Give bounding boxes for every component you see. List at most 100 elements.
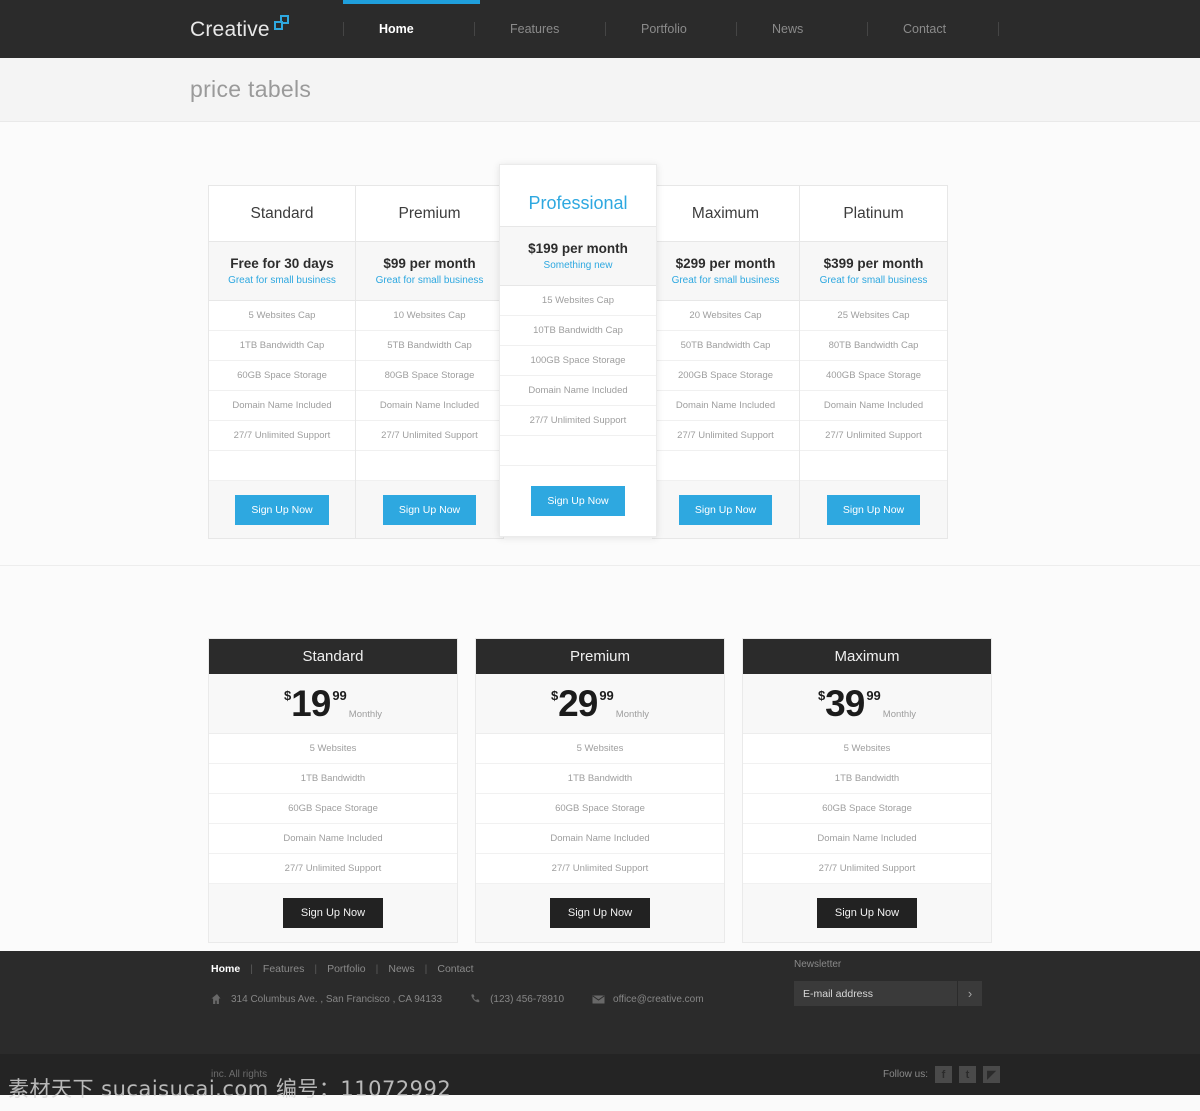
footer-link-separator: | <box>424 963 428 975</box>
footer-link-features[interactable]: Features <box>263 963 304 975</box>
card-price-currency: $ <box>817 688 826 703</box>
plan-column-maximum: Maximum $299 per month Great for small bus… <box>652 185 800 539</box>
phone-icon <box>470 993 482 1005</box>
footer-phone-text: (123) 456-78910 <box>490 993 565 1005</box>
sign-up-button[interactable]: Sign Up Now <box>826 494 921 525</box>
plan-spacer-row <box>800 451 947 481</box>
card-cta-cell: Sign Up Now <box>743 884 991 942</box>
plan-tagline: Great for small business <box>375 275 484 286</box>
plan-column-standard: Standard Free for 30 days Great for small … <box>208 185 356 539</box>
sign-up-button[interactable]: Sign Up Now <box>549 898 651 928</box>
nav-item-label: Portfolio <box>641 22 687 36</box>
footer-link-news[interactable]: News <box>388 963 414 975</box>
logo[interactable]: Creative <box>190 15 289 42</box>
comparison-table: Standard Free for 30 days Great for small … <box>208 164 992 539</box>
plan-cta-cell: Sign Up Now <box>209 481 355 538</box>
comparison-section: Standard Free for 30 days Great for small … <box>0 122 1200 566</box>
plan-name: Maximum <box>652 186 799 242</box>
newsletter-block: Newsletter › <box>794 959 982 1006</box>
plan-spacer-row <box>652 451 799 481</box>
card-price-block: $29 99 Monthly <box>476 674 724 734</box>
newsletter-submit-button[interactable]: › <box>957 981 982 1006</box>
plan-price: $99 per month <box>383 256 476 271</box>
plan-feature: Domain Name Included <box>209 391 355 421</box>
facebook-icon[interactable]: f <box>935 1066 952 1083</box>
plan-price-block: $199 per month Something new <box>500 227 656 286</box>
nav-item-portfolio[interactable]: Portfolio <box>605 0 736 58</box>
footer-phone: (123) 456-78910 <box>470 993 564 1005</box>
footer-link-separator: | <box>314 963 318 975</box>
card-feature: 1TB Bandwidth <box>476 764 724 794</box>
page-title-band: price tabels <box>0 58 1200 122</box>
card-price-period: Monthly <box>882 709 917 720</box>
copyright-text: inc. All rights <box>211 1069 268 1080</box>
footer-bottom-bar: inc. All rights Follow us: f t ◤ <box>0 1054 1200 1095</box>
sign-up-button[interactable]: Sign Up Now <box>282 898 384 928</box>
card-price-cents: 99 <box>599 688 614 703</box>
plan-feature: 27/7 Unlimited Support <box>356 421 503 451</box>
page-title: price tabels <box>190 76 312 102</box>
envelope-icon <box>592 993 605 1005</box>
plan-column-premium: Premium $99 per month Great for small busi… <box>356 185 504 539</box>
plan-price-block: $99 per month Great for small business <box>356 242 503 301</box>
footer-address-text: 314 Columbus Ave. , San Francisco , CA 9… <box>231 993 443 1005</box>
footer-link-portfolio[interactable]: Portfolio <box>327 963 366 975</box>
plan-feature: 20 Websites Cap <box>652 301 799 331</box>
nav-item-home[interactable]: Home <box>343 0 480 58</box>
card-feature: Domain Name Included <box>743 824 991 854</box>
card-cta-cell: Sign Up Now <box>476 884 724 942</box>
nav-item-features[interactable]: Features <box>474 0 605 58</box>
plan-cta-cell: Sign Up Now <box>500 466 656 536</box>
footer-link-contact[interactable]: Contact <box>437 963 473 975</box>
twitter-icon[interactable]: t <box>959 1066 976 1083</box>
card-feature: 60GB Space Storage <box>209 794 457 824</box>
sign-up-button[interactable]: Sign Up Now <box>382 494 477 525</box>
plan-tagline: Great for small business <box>671 275 780 286</box>
sign-up-button[interactable]: Sign Up Now <box>531 486 625 516</box>
footer-link-home[interactable]: Home <box>211 963 240 975</box>
plan-feature: 10 Websites Cap <box>356 301 503 331</box>
nav-active-indicator <box>343 0 480 4</box>
nav-item-contact[interactable]: Contact <box>867 0 998 58</box>
card-cta-cell: Sign Up Now <box>209 884 457 942</box>
nav-item-label: Home <box>379 22 414 36</box>
home-icon <box>211 993 223 1005</box>
social-follow: Follow us: f t ◤ <box>883 1066 1000 1083</box>
plan-feature: 100GB Space Storage <box>500 346 656 376</box>
plan-spacer-row <box>209 451 355 481</box>
plan-cta-cell: Sign Up Now <box>800 481 947 538</box>
card-price-amount: 39 <box>825 683 865 724</box>
nav-item-news[interactable]: News <box>736 0 867 58</box>
card-feature: 5 Websites <box>743 734 991 764</box>
plan-spacer-row <box>500 436 656 466</box>
sign-up-button[interactable]: Sign Up Now <box>816 898 918 928</box>
card-plan-name: Standard <box>209 639 457 674</box>
plan-feature: Domain Name Included <box>500 376 656 406</box>
plan-feature: 5 Websites Cap <box>209 301 355 331</box>
sign-up-button[interactable]: Sign Up Now <box>235 494 329 525</box>
plan-name: Standard <box>209 186 355 242</box>
plan-tagline: Great for small business <box>228 275 336 286</box>
plan-price-block: Free for 30 days Great for small business <box>209 242 355 301</box>
card-price-amount: 29 <box>558 683 598 724</box>
plan-feature: 15 Websites Cap <box>500 286 656 316</box>
footer-navigation: Home | Features | Portfolio | News | Contact <box>211 963 474 975</box>
follow-label: Follow us: <box>882 1069 928 1080</box>
newsletter-form: › <box>794 981 982 1006</box>
sign-up-button[interactable]: Sign Up Now <box>678 494 773 525</box>
plan-cta-cell: Sign Up Now <box>652 481 799 538</box>
plan-feature: 27/7 Unlimited Support <box>500 406 656 436</box>
card-price-block: $19 99 Monthly <box>209 674 457 734</box>
card-feature: 5 Websites <box>209 734 457 764</box>
footer-link-separator: | <box>250 963 253 975</box>
footer-email-text: office@creative.com <box>613 993 704 1005</box>
card-feature: Domain Name Included <box>476 824 724 854</box>
rss-icon[interactable]: ◤ <box>983 1066 1000 1083</box>
newsletter-label: Newsletter <box>794 959 842 970</box>
newsletter-email-input[interactable] <box>794 981 957 1006</box>
plan-column-platinum: Platinum $399 per month Great for small bu… <box>800 185 948 539</box>
plan-name: Premium <box>356 186 503 242</box>
plan-feature: 400GB Space Storage <box>800 361 947 391</box>
card-plan-name: Maximum <box>743 639 991 674</box>
card-feature: 60GB Space Storage <box>743 794 991 824</box>
